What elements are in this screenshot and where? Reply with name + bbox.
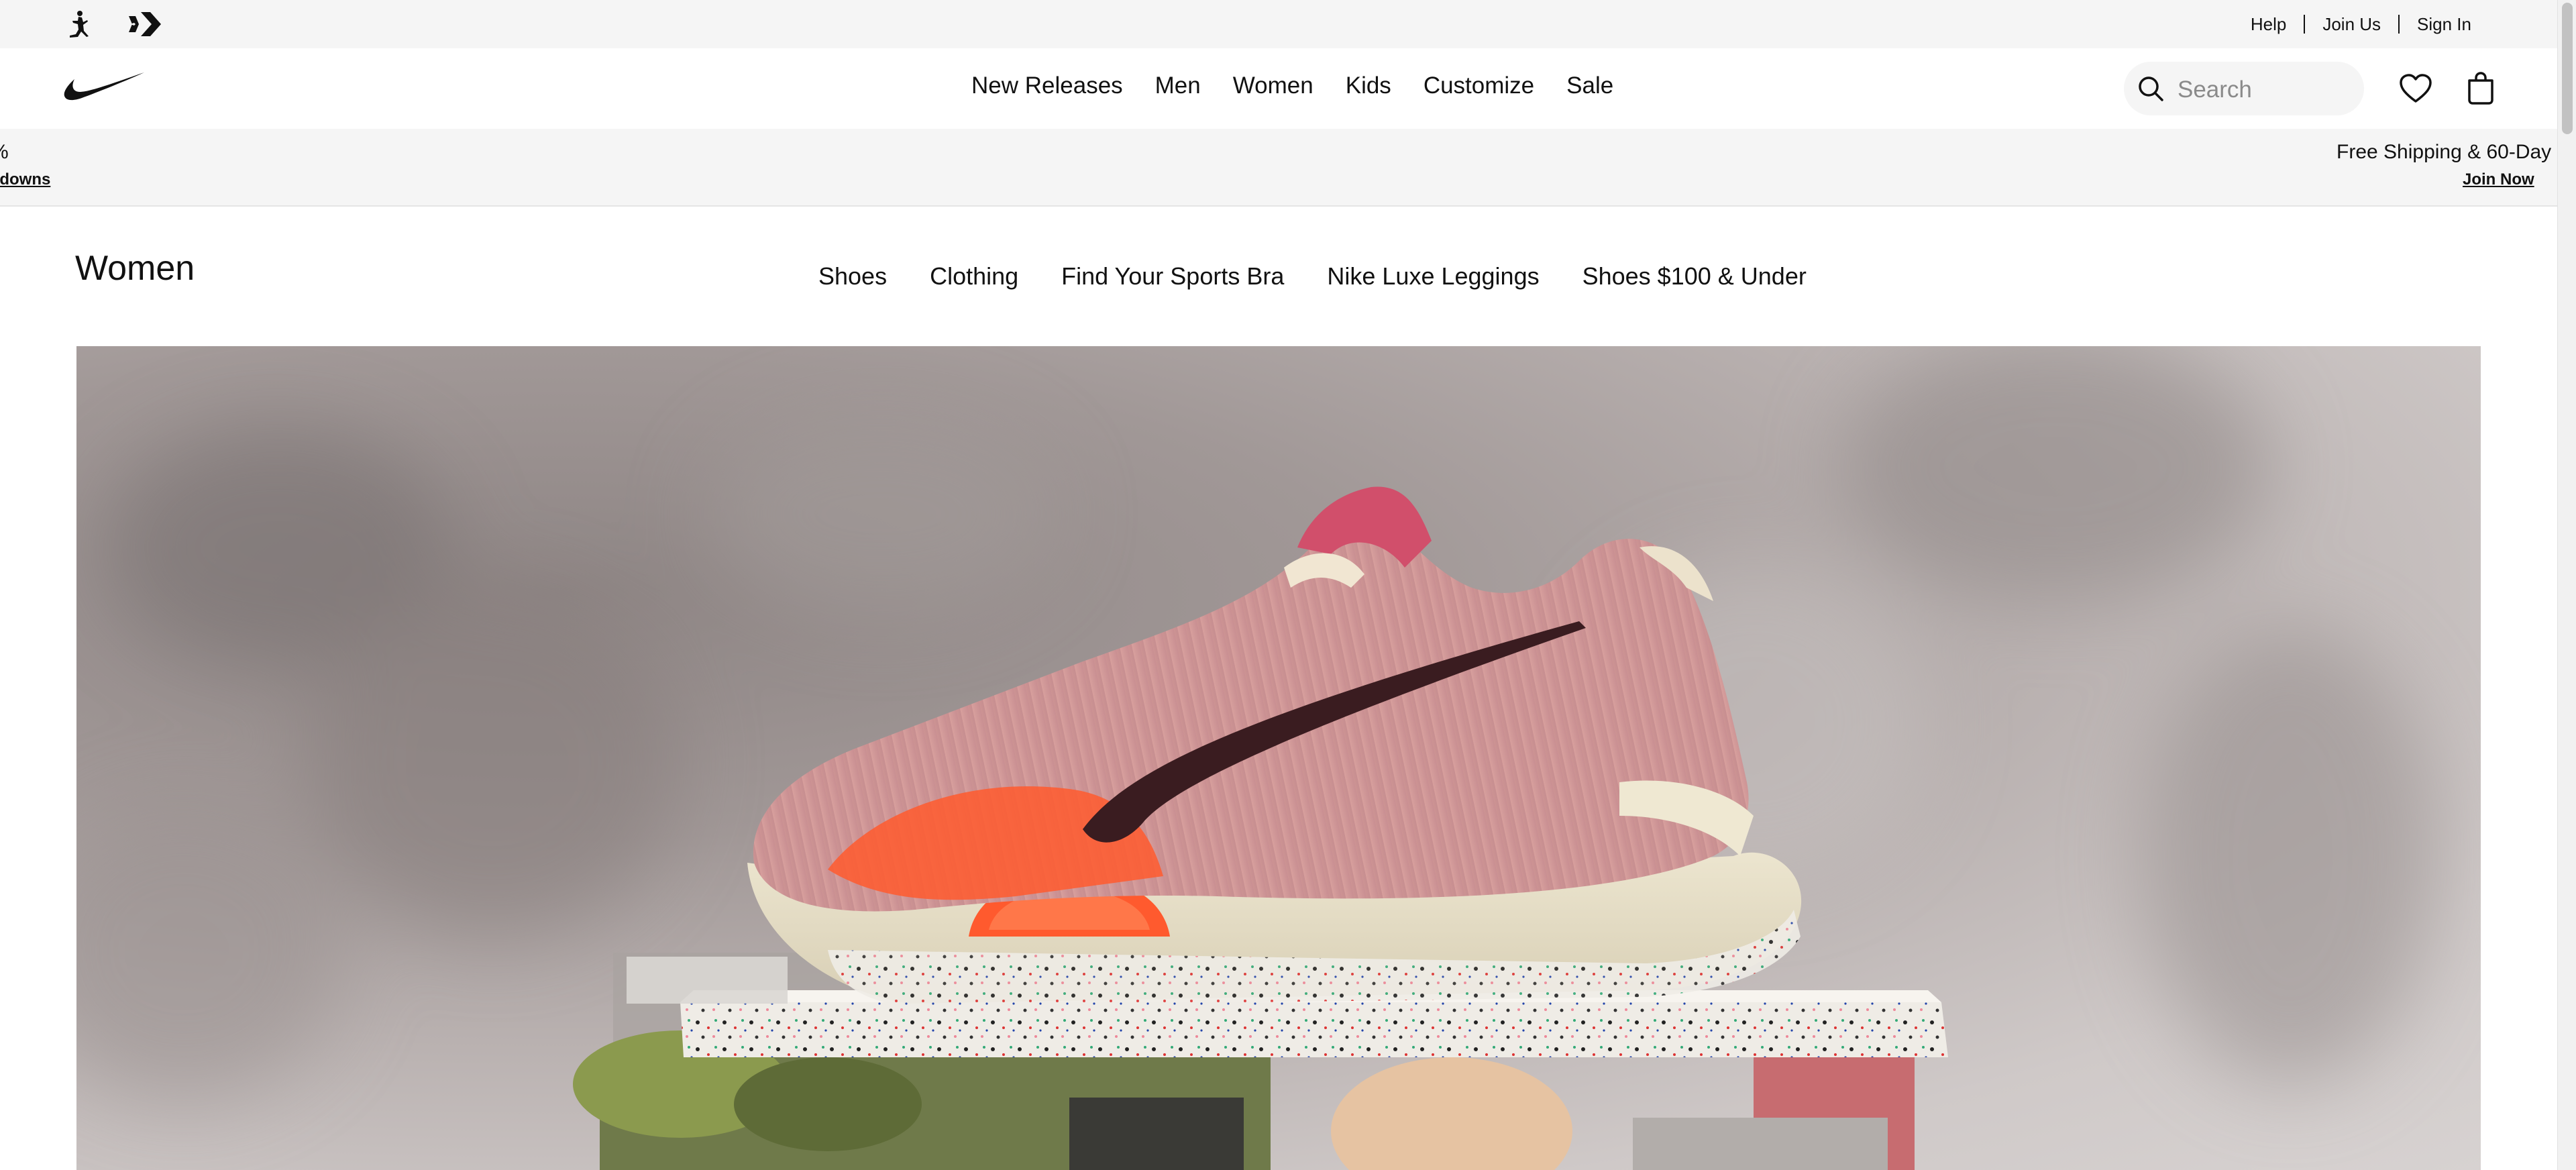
page-root: Help Join Us Sign In New Releases Men Wo…	[0, 0, 2576, 1170]
sign-in-link[interactable]: Sign In	[2400, 14, 2471, 35]
scrollbar-thumb[interactable]	[2562, 3, 2573, 134]
subnav-shoes-100-under[interactable]: Shoes $100 & Under	[1582, 262, 1807, 290]
jordan-logo-icon[interactable]	[64, 8, 97, 40]
favorites-button[interactable]	[2393, 66, 2438, 111]
category-sub-nav: Shoes Clothing Find Your Sports Bra Nike…	[818, 259, 1807, 294]
utility-bar: Help Join Us Sign In	[0, 0, 2557, 48]
nav-new-releases[interactable]: New Releases	[971, 72, 1123, 99]
promo-previous-text: %	[0, 141, 50, 168]
primary-menu: New Releases Men Women Kids Customize Sa…	[971, 48, 1613, 123]
subnav-shoes[interactable]: Shoes	[818, 262, 887, 290]
nav-women[interactable]: Women	[1233, 72, 1313, 99]
search-icon[interactable]	[2124, 62, 2178, 115]
main-nav: New Releases Men Women Kids Customize Sa…	[0, 48, 2557, 129]
promo-previous-link[interactable]: kdowns	[0, 170, 50, 189]
promo-banner: % kdowns Free Shipping & 60-Day F Join N…	[0, 129, 2557, 207]
promo-slide-next: Free Shipping & 60-Day F Join Now	[2337, 141, 2557, 189]
hero-image[interactable]	[76, 346, 2481, 1170]
subnav-clothing[interactable]: Clothing	[930, 262, 1018, 290]
nav-men[interactable]: Men	[1155, 72, 1201, 99]
converse-logo-icon[interactable]	[127, 8, 162, 40]
nav-kids[interactable]: Kids	[1346, 72, 1391, 99]
bag-icon	[2468, 72, 2493, 105]
subnav-nike-luxe-leggings[interactable]: Nike Luxe Leggings	[1327, 262, 1539, 290]
search-box[interactable]	[2124, 62, 2364, 115]
join-us-link[interactable]: Join Us	[2305, 14, 2398, 35]
bag-button[interactable]	[2458, 66, 2504, 111]
promo-slide-previous: % kdowns	[0, 141, 50, 189]
search-input[interactable]	[2178, 74, 2345, 103]
join-now-link[interactable]: Join Now	[2463, 170, 2557, 189]
help-link[interactable]: Help	[2233, 14, 2304, 35]
heart-icon	[2400, 74, 2432, 103]
subnav-find-your-sports-bra[interactable]: Find Your Sports Bra	[1061, 262, 1284, 290]
page-scrollbar[interactable]	[2557, 0, 2576, 1170]
utility-links: Help Join Us Sign In	[2233, 0, 2471, 48]
nike-swoosh-logo-icon[interactable]	[63, 71, 145, 103]
nav-customize[interactable]: Customize	[1424, 72, 1534, 99]
shoe-illustration	[76, 346, 2438, 1170]
nav-sale[interactable]: Sale	[1566, 72, 1613, 99]
promo-next-text: Free Shipping & 60-Day F	[2337, 141, 2557, 163]
page-title: Women	[75, 249, 195, 288]
